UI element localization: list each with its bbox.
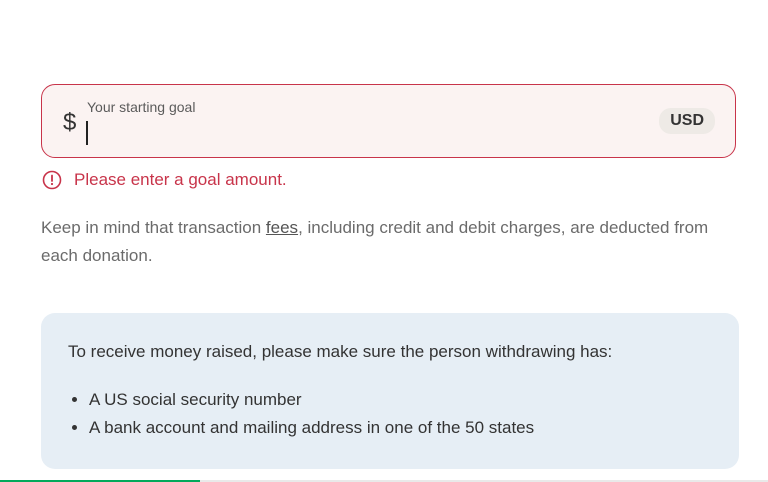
goal-amount-field[interactable]: Your starting goal $ USD (41, 84, 736, 158)
withdrawal-requirements-box: To receive money raised, please make sur… (41, 313, 739, 469)
goal-setup-page: Your starting goal $ USD Please enter a … (0, 0, 768, 482)
goal-amount-input[interactable] (84, 119, 624, 147)
alert-circle-icon (42, 170, 62, 190)
error-text: Please enter a goal amount. (74, 170, 287, 189)
requirements-title: To receive money raised, please make sur… (68, 342, 613, 361)
text-cursor (86, 121, 88, 145)
goal-error-message: Please enter a goal amount. (42, 170, 287, 190)
dollar-sign-icon: $ (63, 109, 77, 136)
currency-selector[interactable]: USD (659, 108, 715, 134)
fees-note-text-before: Keep in mind that transaction (41, 218, 266, 237)
requirement-item-bank-address: A bank account and mailing address in on… (89, 414, 712, 442)
fees-link[interactable]: fees (266, 218, 298, 237)
requirements-list: A US social security number A bank accou… (68, 386, 712, 442)
goal-field-label: Your starting goal (87, 99, 196, 115)
fees-note: Keep in mind that transaction fees, incl… (41, 214, 741, 270)
requirement-item-ssn: A US social security number (89, 386, 712, 414)
